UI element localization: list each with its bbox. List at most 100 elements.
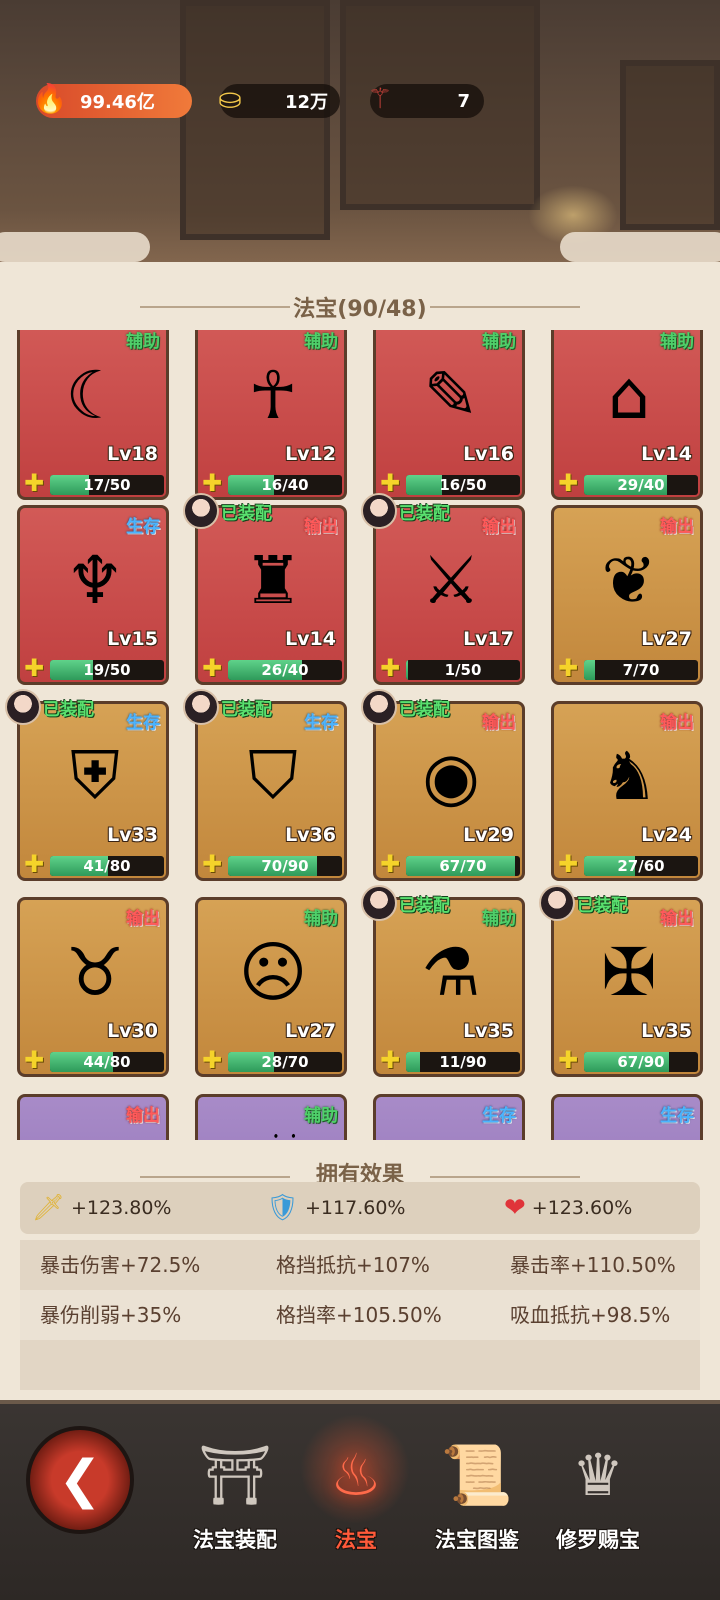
treasure-card[interactable]: ✎ 辅助 Lv16 ✚ 16/50 — [373, 330, 525, 500]
attribute-list[interactable]: 暴击伤害+72.5% 格挡抵抗+107% 暴击率+110.50% 暴伤削弱+35… — [20, 1240, 700, 1390]
progress-text: 1/50 — [444, 661, 482, 679]
fragment-progress-bar: 70/90 — [228, 856, 342, 876]
treasure-artwork-icon: ☹ — [238, 934, 308, 1011]
treasure-level: Lv12 — [285, 443, 336, 465]
role-tag: 输出 — [126, 909, 160, 929]
treasure-card[interactable]: ☹ 辅助 Lv27 ✚ 28/70 — [195, 897, 347, 1077]
tab-label: 修罗赐宝 — [556, 1528, 640, 1552]
treasure-artwork-icon: ☥ — [248, 357, 298, 434]
bookshelf — [620, 60, 720, 230]
fire-currency-value: 99.46亿 — [80, 92, 155, 113]
tab-label: 法宝装配 — [193, 1528, 277, 1552]
attack-stat-value: +123.80% — [71, 1197, 172, 1219]
attribute-item: 格挡率+105.50% — [276, 1303, 442, 1327]
treasure-card[interactable]: ⚗ 辅助 Lv35 ✚ 11/90 — [373, 897, 525, 1077]
back-emblem-icon[interactable]: ❮ — [26, 1426, 134, 1534]
progress-text: 41/80 — [83, 857, 131, 875]
treasure-card[interactable]: ⌂ 辅助 Lv14 ✚ 29/40 — [551, 330, 703, 500]
flame-swirl-icon: ♨ — [330, 1441, 382, 1509]
treasure-level: Lv27 — [641, 628, 692, 650]
progress-text: 11/90 — [439, 1053, 487, 1071]
treasure-card[interactable]: ✦输出 — [17, 1094, 169, 1140]
sword-icon: 🗡 — [32, 1193, 66, 1223]
treasure-card[interactable]: ☘生存 — [551, 1094, 703, 1140]
hero-avatar — [361, 493, 397, 529]
treasure-card[interactable]: ♜ 输出 Lv14 ✚ 26/40 — [195, 505, 347, 685]
treasure-level: Lv14 — [641, 443, 692, 465]
progress-text: 26/40 — [261, 661, 309, 679]
treasure-artwork-icon: ☾ — [65, 357, 125, 434]
upgrade-arrow-icon: ✚ — [380, 850, 401, 878]
treasure-level: Lv35 — [463, 1020, 514, 1042]
tab-asura-gift[interactable]: ♛ 修罗赐宝 — [533, 1432, 663, 1582]
upgrade-arrow-icon: ✚ — [380, 1046, 401, 1074]
attribute-item: 吸血抵抗+98.5% — [510, 1303, 671, 1327]
equipped-label: 已装配 — [43, 699, 94, 720]
equipped-label: 已装配 — [221, 699, 272, 720]
treasure-card[interactable]: ◉ 输出 Lv29 ✚ 67/70 — [373, 701, 525, 881]
equipped-label: 已装配 — [399, 895, 450, 916]
fragment-progress-bar: 44/80 — [50, 1052, 164, 1072]
tab-label: 法宝 — [335, 1528, 377, 1552]
equipped-badge: 已装配 — [183, 689, 272, 725]
role-tag: 生存 — [126, 713, 160, 733]
tab-treasure[interactable]: ♨ 法宝 — [291, 1432, 421, 1582]
cloud-ornament — [0, 232, 150, 262]
hero-avatar — [5, 689, 41, 725]
tab-treasure-codex[interactable]: 📜 法宝图鉴 — [412, 1432, 542, 1582]
treasure-artwork-icon: ⌂ — [608, 357, 650, 434]
background-scene — [0, 0, 720, 280]
treasure-grid[interactable]: ☾ 辅助 Lv18 ✚ 17/50 ☥ 辅助 Lv12 ✚ 16/40 ✎ 辅助 Lv16 ✚ 16/50 ⌂… — [0, 330, 720, 1140]
role-tag: 输出 — [304, 517, 338, 537]
hero-avatar — [361, 885, 397, 921]
upgrade-arrow-icon: ✚ — [202, 654, 223, 682]
upgrade-arrow-icon: ✚ — [24, 850, 45, 878]
equipped-label: 已装配 — [221, 503, 272, 524]
treasure-artwork-icon: ♉ — [65, 934, 125, 1011]
role-tag: 输出 — [660, 909, 694, 929]
treasure-card[interactable]: ☄辅助 — [195, 1094, 347, 1140]
role-tag: 辅助 — [660, 332, 694, 352]
equipped-label: 已装配 — [399, 503, 450, 524]
treasure-level: Lv15 — [107, 628, 158, 650]
treasure-card[interactable]: ⚔ 输出 Lv17 ✚ 1/50 — [373, 505, 525, 685]
upgrade-arrow-icon: ✚ — [24, 1046, 45, 1074]
treasure-card[interactable]: ❦ 输出 Lv27 ✚ 7/70 — [551, 505, 703, 685]
hp-stat-value: +123.60% — [531, 1197, 633, 1219]
equipped-badge: 已装配 — [5, 689, 94, 725]
tab-treasure-equip[interactable]: ⛩ 法宝装配 — [170, 1432, 300, 1582]
heart-icon: ❤ — [504, 1193, 526, 1223]
bookshelf — [180, 0, 330, 240]
progress-text: 16/50 — [439, 476, 487, 494]
fragment-progress-bar: 1/50 — [406, 660, 520, 680]
treasure-card[interactable]: ☥ 辅助 Lv12 ✚ 16/40 — [195, 330, 347, 500]
upgrade-arrow-icon: ✚ — [24, 469, 45, 497]
incense-currency-value: 7 — [457, 90, 470, 112]
treasure-card[interactable]: ⛉ 生存 Lv36 ✚ 70/90 — [195, 701, 347, 881]
treasure-artwork-icon: ⛉ — [248, 737, 298, 814]
equipped-badge: 已装配 — [361, 493, 450, 529]
treasure-card[interactable]: ♆ 生存 Lv15 ✚ 19/50 — [17, 505, 169, 685]
treasure-level: Lv29 — [463, 824, 514, 846]
equipped-label: 已装配 — [399, 699, 450, 720]
fragment-progress-bar: 16/40 — [228, 475, 342, 495]
treasure-card[interactable]: ⛨ 生存 Lv33 ✚ 41/80 — [17, 701, 169, 881]
treasure-card[interactable]: ☾ 辅助 Lv18 ✚ 17/50 — [17, 330, 169, 500]
role-tag: 辅助 — [304, 1106, 338, 1126]
treasure-card[interactable]: ♞ 输出 Lv24 ✚ 27/60 — [551, 701, 703, 881]
progress-text: 27/60 — [617, 857, 665, 875]
gold-ingot-icon[interactable]: ⛀ — [208, 76, 252, 120]
hp-stat: ❤ +123.60% — [504, 1182, 632, 1234]
fragment-progress-bar: 7/70 — [584, 660, 698, 680]
treasure-level: Lv35 — [641, 1020, 692, 1042]
game-screen: 99.46亿 🔥 12万 ⛀ 7 ⚚ 法宝(90/48) ☾ 辅助 Lv18 ✚ 17/… — [0, 0, 720, 1600]
attack-stat: 🗡 +123.80% — [32, 1182, 171, 1234]
treasure-count-title: 法宝(90/48) — [293, 297, 427, 322]
role-tag: 辅助 — [482, 909, 516, 929]
treasure-card[interactable]: ✠ 输出 Lv35 ✚ 67/90 — [551, 897, 703, 1077]
treasure-card[interactable]: ☗生存 — [373, 1094, 525, 1140]
role-tag: 辅助 — [126, 332, 160, 352]
attribute-row — [20, 1340, 700, 1390]
role-tag: 输出 — [660, 517, 694, 537]
treasure-card[interactable]: ♉ 输出 Lv30 ✚ 44/80 — [17, 897, 169, 1077]
